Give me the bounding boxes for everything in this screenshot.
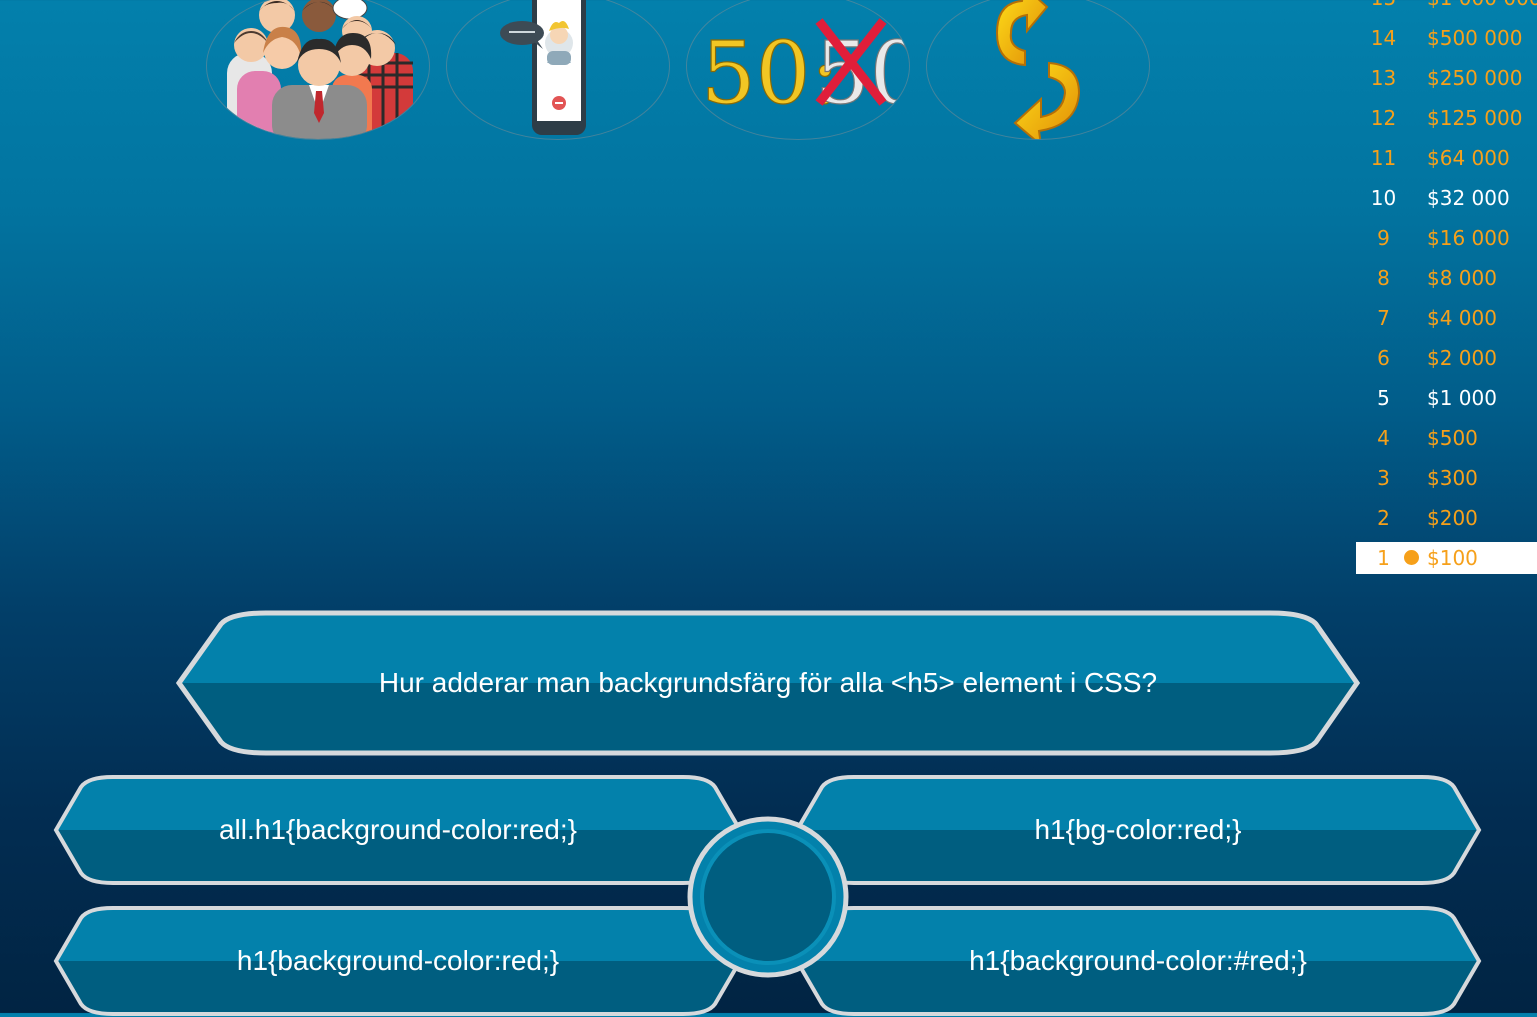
- ladder-prize-amount: $64 000: [1427, 146, 1510, 170]
- answer-a-text: all.h1{background-color:red;}: [218, 814, 577, 845]
- answer-option-b[interactable]: h1{bg-color:red;}: [794, 774, 1482, 886]
- ladder-prize-amount: $250 000: [1427, 66, 1523, 90]
- answer-option-c[interactable]: h1{background-color:red;}: [53, 905, 743, 1017]
- answer-c-text: h1{background-color:red;}: [236, 945, 560, 976]
- ladder-level-number: 12: [1370, 106, 1397, 130]
- ladder-prize-amount: $32 000: [1427, 186, 1510, 210]
- lifeline-phone-a-friend[interactable]: [446, 0, 670, 140]
- ladder-prize-amount: $200: [1427, 506, 1478, 530]
- answer-option-a[interactable]: all.h1{background-color:red;}: [53, 774, 743, 886]
- ladder-level-number: 8: [1377, 266, 1390, 290]
- ladder-level-number: 1: [1377, 546, 1390, 570]
- lifeline-ask-the-audience[interactable]: [206, 0, 430, 140]
- fifty-fifty-icon: 50: 50: [700, 18, 909, 125]
- ladder-prize-amount: $4 000: [1427, 306, 1497, 330]
- ladder-level-number: 6: [1377, 346, 1390, 370]
- question-text: Hur adderar man backgrundsfärg för alla …: [378, 667, 1158, 698]
- ladder-row-5: 5 $1 000: [1356, 378, 1537, 418]
- ladder-prize-amount: $500 000: [1427, 26, 1523, 50]
- medallion-circle-icon: [687, 816, 849, 978]
- ladder-prize-amount: $125 000: [1427, 106, 1523, 130]
- ladder-row-6: 6 $2 000: [1356, 338, 1537, 378]
- money-ladder: 15$1 000 00014$500 00013$250 00012$125 0…: [1356, 0, 1537, 574]
- center-medallion: [687, 816, 849, 978]
- ladder-level-number: 11: [1370, 146, 1397, 170]
- ladder-prize-amount: $1 000 000: [1427, 0, 1537, 10]
- ladder-row-15: 15 $1 000 000: [1356, 0, 1537, 18]
- ladder-prize-amount: $16 000: [1427, 226, 1510, 250]
- phone-call-icon: [500, 0, 586, 135]
- ladder-level-number: 14: [1370, 26, 1397, 50]
- lifeline-switch-question[interactable]: [926, 0, 1150, 140]
- ladder-row-2: 2 $200: [1356, 498, 1537, 538]
- question-panel: Hur adderar man backgrundsfärg för alla …: [176, 610, 1360, 756]
- answer-d-text: h1{background-color:#red;}: [969, 945, 1307, 976]
- answer-option-d[interactable]: h1{background-color:#red;}: [794, 905, 1482, 1017]
- ladder-level-number: 4: [1377, 426, 1390, 450]
- ladder-level-number: 2: [1377, 506, 1390, 530]
- ladder-level-number: 5: [1377, 386, 1390, 410]
- ladder-level-number: 7: [1377, 306, 1390, 330]
- lifeline-fifty-fifty[interactable]: 50: 50: [686, 0, 910, 140]
- ladder-prize-amount: $300: [1427, 466, 1478, 490]
- ladder-row-10: 10 $32 000: [1356, 178, 1537, 218]
- ladder-level-number: 9: [1377, 226, 1390, 250]
- answer-b-text: h1{bg-color:red;}: [1034, 814, 1242, 845]
- ladder-row-1: 1 $100: [1356, 542, 1537, 574]
- ladder-level-number: 10: [1370, 186, 1397, 210]
- ladder-prize-amount: $500: [1427, 426, 1478, 450]
- audience-people-icon: [227, 0, 413, 139]
- ladder-prize-amount: $8 000: [1427, 266, 1497, 290]
- ladder-row-13: 13 $250 000: [1356, 58, 1537, 98]
- ladder-row-11: 11 $64 000: [1356, 138, 1537, 178]
- ladder-row-12: 12 $125 000: [1356, 98, 1537, 138]
- switch-arrows-icon: [995, 0, 1081, 139]
- current-level-dot-icon: [1404, 550, 1419, 565]
- ladder-level-number: 3: [1377, 466, 1390, 490]
- ladder-prize-amount: $1 000: [1427, 386, 1497, 410]
- ladder-prize-amount: $2 000: [1427, 346, 1497, 370]
- ladder-row-8: 8 $8 000: [1356, 258, 1537, 298]
- ladder-prize-amount: $100: [1427, 546, 1478, 570]
- ladder-row-9: 9 $16 000: [1356, 218, 1537, 258]
- ladder-row-7: 7 $4 000: [1356, 298, 1537, 338]
- ladder-row-3: 3 $300: [1356, 458, 1537, 498]
- ladder-row-14: 14 $500 000: [1356, 18, 1537, 58]
- ladder-level-number: 15: [1356, 0, 1411, 10]
- ladder-level-number: 13: [1370, 66, 1397, 90]
- ladder-row-4: 4 $500: [1356, 418, 1537, 458]
